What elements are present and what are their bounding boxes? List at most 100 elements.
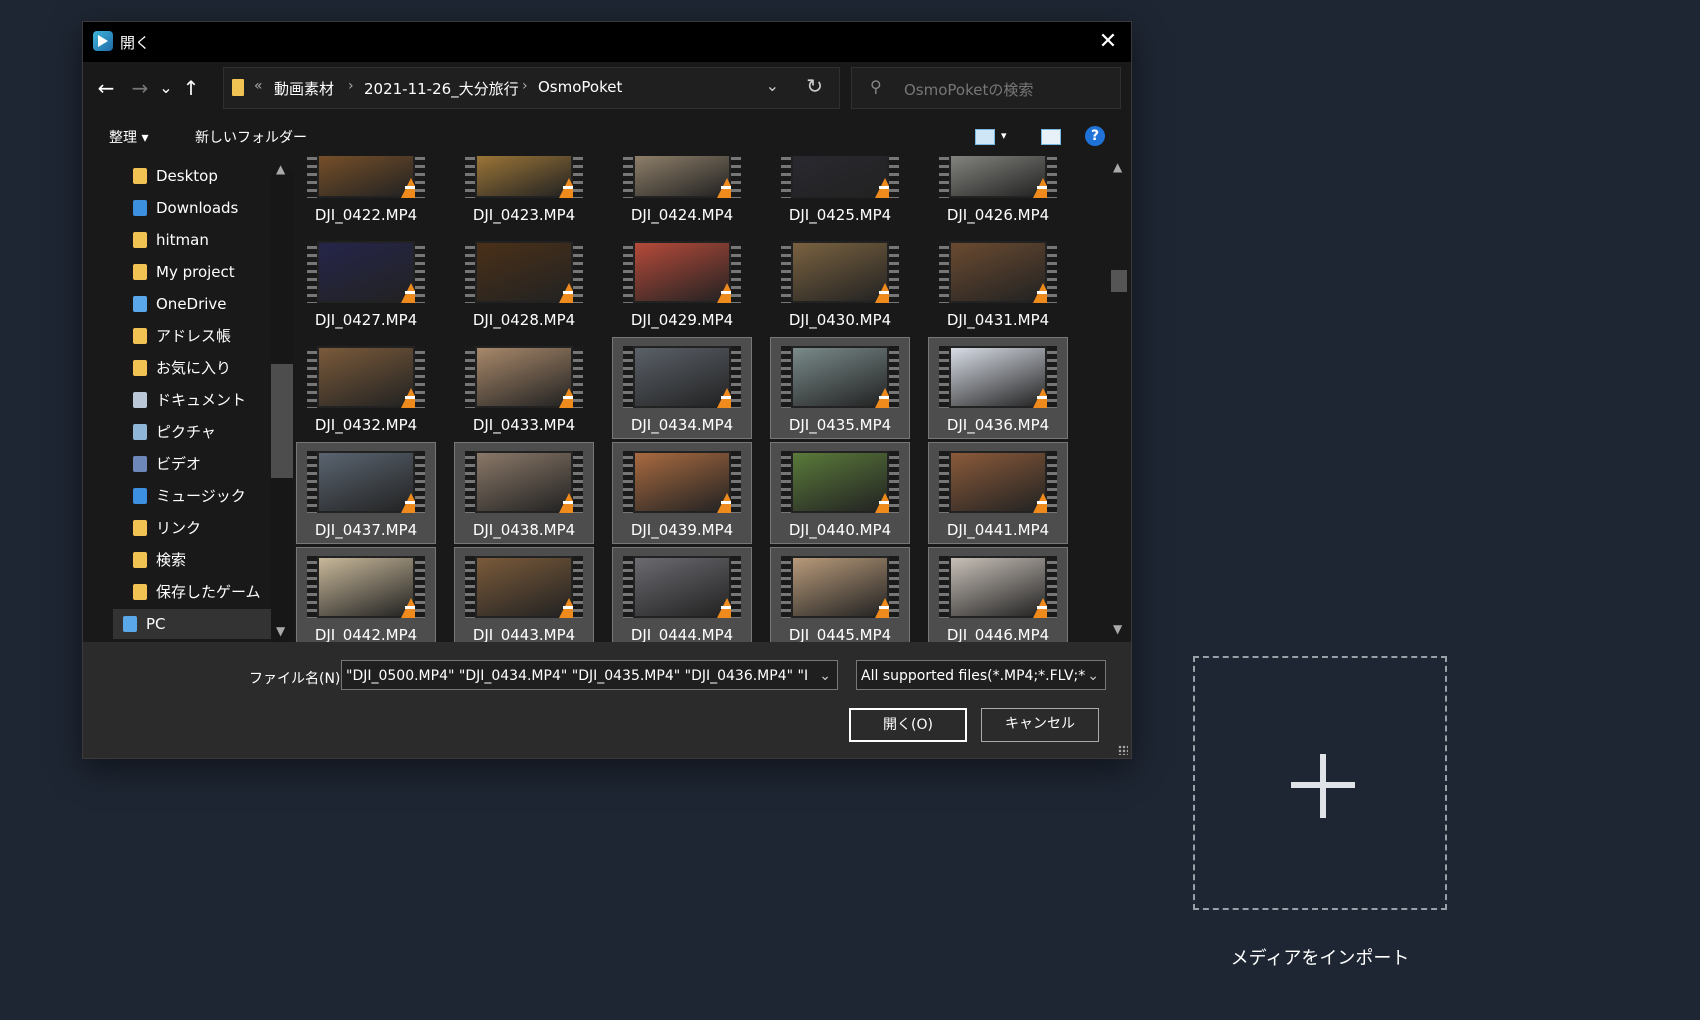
breadcrumb-separator[interactable]: › [348,78,354,94]
video-thumbnail [623,241,741,303]
organize-button[interactable]: 整理 ▾ [109,127,148,147]
video-thumbnail [623,451,741,513]
chevron-up-icon[interactable]: ▲ [276,162,285,176]
address-bar[interactable]: « 動画素材 › 2021-11-26_大分旅行 › OsmoPoket ⌄ ↻ [223,67,840,109]
sidebar-item[interactable]: 保存したゲーム [123,577,293,607]
sidebar-item[interactable]: ドキュメント [123,385,293,415]
links-folder-icon [133,520,147,536]
file-item[interactable]: DJI_0440.MP4 [770,442,910,544]
file-item[interactable]: DJI_0445.MP4 [770,547,910,642]
view-options-icon[interactable] [975,129,995,145]
search-input[interactable]: OsmoPoketの検索 [904,79,1033,100]
file-item[interactable]: DJI_0442.MP4 [296,547,436,642]
chevron-down-icon[interactable]: ⌄ [819,661,831,689]
video-thumbnail [307,156,425,198]
vlc-cone-icon [875,178,895,198]
file-item[interactable]: DJI_0428.MP4 [455,233,593,333]
file-item[interactable]: DJI_0439.MP4 [612,442,752,544]
file-item[interactable]: DJI_0424.MP4 [613,156,751,228]
video-thumbnail [781,346,899,408]
file-item[interactable]: DJI_0446.MP4 [928,547,1068,642]
breadcrumb-overflow[interactable]: « [254,78,263,94]
sidebar-item[interactable]: リンク [123,513,293,543]
breadcrumb-separator[interactable]: › [522,78,528,94]
file-item[interactable]: DJI_0432.MP4 [297,338,435,438]
sidebar-item[interactable]: ビデオ [123,449,293,479]
refresh-icon[interactable]: ↻ [806,74,823,98]
file-name: DJI_0434.MP4 [630,416,734,434]
chevron-down-icon[interactable]: ⌄ [1085,661,1099,689]
thumbnail-image [477,348,571,406]
help-icon[interactable]: ? [1085,126,1105,146]
import-media-label[interactable]: メディアをインポート [1193,944,1447,970]
chevron-down-icon[interactable]: ▼ [276,624,285,638]
file-item[interactable]: DJI_0435.MP4 [770,337,910,439]
file-item[interactable]: DJI_0426.MP4 [929,156,1067,228]
video-thumbnail [465,156,583,198]
import-media-dropzone[interactable] [1193,656,1447,910]
chevron-down-icon[interactable]: ▼ [1113,622,1122,636]
sidebar-item[interactable]: My project [123,257,293,287]
sidebar-item[interactable]: Desktop [123,161,293,191]
title-bar[interactable]: 開く ✕ [83,22,1131,62]
up-button[interactable]: ↑ [178,72,204,104]
resize-grip-icon[interactable] [1118,745,1128,755]
forward-button[interactable]: → [127,72,153,104]
recent-locations-button[interactable]: ⌄ [153,72,179,104]
file-name: DJI_0436.MP4 [946,416,1050,434]
file-item[interactable]: DJI_0422.MP4 [297,156,435,228]
chevron-down-icon[interactable]: ⌄ [766,76,779,95]
sidebar-item[interactable]: hitman [123,225,293,255]
file-item[interactable]: DJI_0441.MP4 [928,442,1068,544]
video-thumbnail [623,156,741,198]
new-folder-button[interactable]: 新しいフォルダー [195,127,307,147]
thumbnail-image [477,156,571,196]
vlc-cone-icon [401,388,421,408]
sidebar-item[interactable]: OneDrive [123,289,293,319]
file-scrollbar-thumb[interactable] [1111,270,1127,292]
sidebar-item[interactable]: ピクチャ [123,417,293,447]
file-item[interactable]: DJI_0423.MP4 [455,156,593,228]
search-box[interactable]: ⚲ OsmoPoketの検索 [851,67,1121,109]
file-item[interactable]: DJI_0438.MP4 [454,442,594,544]
back-button[interactable]: ← [93,72,119,104]
sidebar-item-label: ドキュメント [156,391,247,409]
file-item[interactable]: DJI_0430.MP4 [771,233,909,333]
breadcrumb-item[interactable]: 動画素材 [274,78,334,99]
sidebar-item[interactable]: ミュージック [123,481,293,511]
filename-field[interactable]: "DJI_0500.MP4" "DJI_0434.MP4" "DJI_0435.… [341,660,838,690]
sidebar-item-label: PC [146,615,166,633]
sidebar-item[interactable]: アドレス帳 [123,321,293,351]
video-thumbnail [307,556,425,618]
file-item[interactable]: DJI_0427.MP4 [297,233,435,333]
sidebar-item[interactable]: Downloads [123,193,293,223]
file-type-select[interactable]: All supported files(*.MP4;*.FLV;* ⌄ [856,660,1106,690]
file-item[interactable]: DJI_0437.MP4 [296,442,436,544]
file-item[interactable]: DJI_0431.MP4 [929,233,1067,333]
preview-pane-icon[interactable] [1041,129,1061,145]
open-button[interactable]: 開く(O) [849,708,967,742]
file-item[interactable]: DJI_0436.MP4 [928,337,1068,439]
video-thumbnail [939,156,1057,198]
saved-games-icon [133,584,147,600]
nav-scrollbar-thumb[interactable] [271,364,293,478]
file-item[interactable]: DJI_0429.MP4 [613,233,751,333]
file-item[interactable]: DJI_0425.MP4 [771,156,909,228]
breadcrumb-item[interactable]: 2021-11-26_大分旅行 [364,78,519,99]
vlc-cone-icon [1033,178,1053,198]
close-button[interactable]: ✕ [1085,22,1131,62]
sidebar-item[interactable]: 検索 [123,545,293,575]
cancel-button[interactable]: キャンセル [981,708,1099,742]
breadcrumb-item[interactable]: OsmoPoket [538,78,622,96]
video-thumbnail [781,156,899,198]
chevron-up-icon[interactable]: ▲ [1113,160,1122,174]
file-item[interactable]: DJI_0434.MP4 [612,337,752,439]
file-scrollbar[interactable]: ▲ ▼ [1105,156,1131,642]
chevron-down-icon[interactable]: ▾ [1001,129,1007,142]
file-item[interactable]: DJI_0433.MP4 [455,338,593,438]
file-item[interactable]: DJI_0443.MP4 [454,547,594,642]
video-thumbnail [465,556,583,618]
sidebar-item[interactable]: お気に入り [123,353,293,383]
file-item[interactable]: DJI_0444.MP4 [612,547,752,642]
thumbnail-image [319,348,413,406]
